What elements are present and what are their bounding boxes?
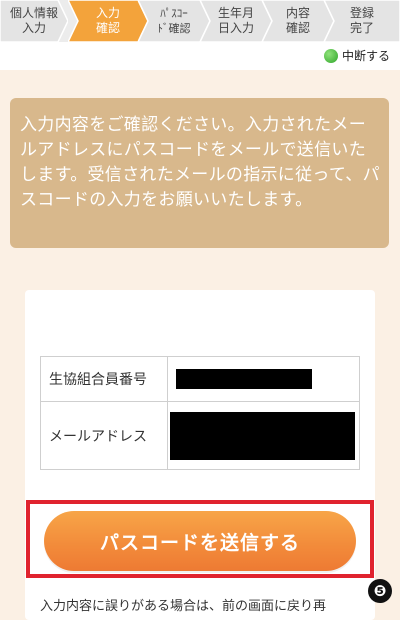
step-label-line1: 入力	[95, 6, 120, 20]
pause-link[interactable]: 中断する	[323, 47, 390, 64]
member-number-label: 生協組合員番号	[40, 356, 168, 402]
member-number-value	[167, 356, 360, 402]
step-progress-bar: 個人情報 入力 入力 確認 ﾊﾟｽｺｰ ﾄﾞ確認 生年月 日入力 内容 確認 登…	[0, 0, 400, 42]
step-label-line2: 完了	[349, 21, 374, 35]
step-label-line2: 確認	[95, 21, 120, 35]
green-dot-icon	[323, 48, 338, 63]
footnote-text: 入力内容に誤りがある場合は、前の画面に戻り再	[40, 599, 327, 614]
step-label-line1: 個人情報	[9, 6, 58, 20]
step-input-confirm: 入力 確認	[68, 0, 148, 42]
table-row: メールアドレス	[40, 401, 360, 470]
step-label-line2: ﾄﾞ確認	[157, 22, 191, 35]
step-label-line1: ﾊﾟｽｺｰ	[160, 7, 188, 20]
pause-label: 中断する	[341, 49, 390, 63]
step-label-line1: 生年月	[217, 6, 254, 20]
table-row: 生協組合員番号	[40, 356, 360, 402]
step-registration-complete: 登録 完了	[324, 0, 400, 42]
step-label-line1: 内容	[285, 6, 310, 20]
email-label: メールアドレス	[40, 401, 168, 470]
send-passcode-button[interactable]: パスコードを送信する	[44, 511, 356, 571]
step-number-badge: ❺	[368, 579, 392, 603]
redacted-value	[170, 411, 355, 460]
instruction-notice: 入力内容をご確認ください。入力されたメールアドレスにパスコードをメールで送信いた…	[10, 98, 389, 248]
member-info-table: 生協組合員番号 メールアドレス	[40, 356, 360, 470]
redacted-value	[176, 369, 312, 389]
step-label-line2: 入力	[21, 21, 46, 35]
step-label-line1: 登録	[349, 6, 374, 20]
step-label-line2: 日入力	[217, 21, 254, 35]
step-label-line2: 確認	[285, 21, 310, 35]
step-personal-info: 個人情報 入力	[0, 0, 68, 42]
email-value	[167, 401, 360, 470]
action-bar: 中断する	[0, 42, 400, 70]
